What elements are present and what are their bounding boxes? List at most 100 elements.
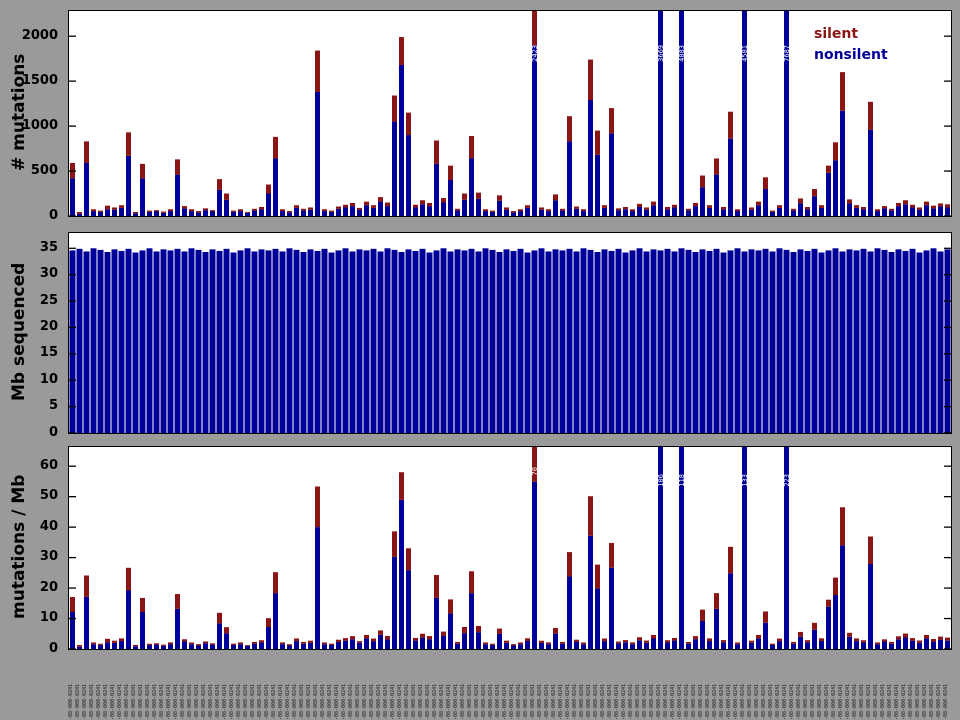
x-tick-sample-label: C-08-000-0241 bbox=[250, 653, 257, 720]
bar-mb-sequenced bbox=[252, 251, 258, 433]
x-tick-sample-label: C-08-000-0241 bbox=[467, 653, 474, 720]
bar-nonsilent bbox=[329, 212, 334, 216]
y-tick-label: 15 bbox=[0, 345, 58, 360]
y-tick-label: 20 bbox=[0, 319, 58, 334]
bar-silent bbox=[329, 211, 334, 212]
x-tick-sample-label: C-08-000-0241 bbox=[670, 653, 677, 720]
bar-nonsilent bbox=[126, 156, 131, 216]
x-tick-sample-label: C-08-000-0241 bbox=[593, 653, 600, 720]
bar-silent bbox=[840, 507, 845, 545]
bar-silent bbox=[112, 641, 117, 643]
bar-mb-sequenced bbox=[805, 251, 811, 433]
bar-nonsilent bbox=[189, 644, 194, 649]
bar-silent bbox=[945, 638, 950, 641]
bar-silent bbox=[378, 630, 383, 634]
bar-mb-sequenced bbox=[77, 249, 83, 433]
bar-nonsilent bbox=[616, 643, 621, 649]
bar-mb-sequenced bbox=[700, 249, 706, 433]
x-tick-sample-label: C-08-000-0241 bbox=[502, 653, 509, 720]
y-tick-label: 1000 bbox=[0, 118, 58, 133]
bar-silent bbox=[756, 202, 761, 206]
bar-nonsilent bbox=[441, 203, 446, 216]
x-tick-sample-label: C-08-000-0241 bbox=[558, 653, 565, 720]
bar-silent bbox=[280, 209, 285, 211]
bar-mb-sequenced bbox=[917, 253, 923, 433]
bar-nonsilent bbox=[714, 609, 719, 649]
y-tick-label: 10 bbox=[0, 372, 58, 387]
x-tick-sample-label: C-08-000-0241 bbox=[82, 653, 89, 720]
bar-mb-sequenced bbox=[238, 250, 244, 433]
x-tick-sample-label: C-08-000-0241 bbox=[264, 653, 271, 720]
bar-silent bbox=[826, 166, 831, 173]
bar-nonsilent bbox=[77, 214, 82, 216]
bar-nonsilent bbox=[777, 208, 782, 216]
cutoff-bar-value-label: 3669 bbox=[657, 45, 665, 62]
bar-silent bbox=[672, 205, 677, 208]
bar-nonsilent bbox=[231, 645, 236, 649]
bar-nonsilent bbox=[448, 180, 453, 216]
x-tick-sample-label: C-08-000-0241 bbox=[663, 653, 670, 720]
x-tick-sample-label: C-08-000-0241 bbox=[327, 653, 334, 720]
bar-mb-sequenced bbox=[322, 249, 328, 433]
bar-nonsilent bbox=[518, 211, 523, 216]
bar-silent bbox=[728, 112, 733, 139]
bar-nonsilent bbox=[336, 642, 341, 649]
bar-nonsilent bbox=[189, 211, 194, 216]
x-tick-sample-label: C-08-000-0241 bbox=[110, 653, 117, 720]
bar-mb-sequenced bbox=[924, 250, 930, 433]
bar-mb-sequenced bbox=[630, 250, 636, 433]
bar-nonsilent bbox=[833, 595, 838, 649]
x-tick-sample-label: C-08-000-0241 bbox=[96, 653, 103, 720]
bar-silent bbox=[595, 565, 600, 589]
y-tick-label: 60 bbox=[0, 458, 58, 473]
bar-mb-sequenced bbox=[126, 249, 132, 433]
bar-silent bbox=[189, 642, 194, 644]
x-tick-sample-label: C-08-000-0241 bbox=[698, 653, 705, 720]
bar-mb-sequenced bbox=[378, 251, 384, 433]
bar-nonsilent bbox=[560, 644, 565, 649]
bar-nonsilent bbox=[896, 206, 901, 216]
bar-mb-sequenced bbox=[616, 249, 622, 433]
bar-silent bbox=[763, 611, 768, 622]
bar-mb-sequenced bbox=[840, 251, 846, 433]
bar-silent bbox=[518, 209, 523, 211]
bar-silent bbox=[924, 635, 929, 639]
x-tick-sample-label: C-08-000-0241 bbox=[285, 653, 292, 720]
bar-nonsilent bbox=[476, 199, 481, 216]
bar-silent bbox=[133, 212, 138, 213]
y-tick-label: 0 bbox=[0, 641, 58, 656]
bar-silent bbox=[259, 207, 264, 209]
bar-mb-sequenced bbox=[770, 251, 776, 433]
bar-mb-sequenced bbox=[140, 250, 146, 433]
x-tick-sample-label: C-08-000-0241 bbox=[243, 653, 250, 720]
bar-nonsilent bbox=[546, 211, 551, 216]
bar-silent bbox=[266, 618, 271, 627]
bar-nonsilent bbox=[595, 155, 600, 216]
bar-silent bbox=[931, 206, 936, 209]
bar-mb-sequenced bbox=[812, 249, 818, 433]
bar-silent bbox=[245, 645, 250, 646]
bar-nonsilent bbox=[252, 211, 257, 216]
x-tick-sample-label: C-08-000-0241 bbox=[425, 653, 432, 720]
bar-silent bbox=[861, 207, 866, 209]
bar-nonsilent bbox=[119, 641, 124, 649]
x-tick-sample-label: C-08-000-0241 bbox=[789, 653, 796, 720]
bar-silent bbox=[434, 140, 439, 163]
bar-silent bbox=[175, 159, 180, 174]
bar-mb-sequenced bbox=[336, 250, 342, 433]
bar-nonsilent bbox=[581, 211, 586, 216]
bar-silent bbox=[595, 131, 600, 155]
x-tick-sample-label: C-08-000-0241 bbox=[236, 653, 243, 720]
x-tick-sample-label: C-08-000-0241 bbox=[404, 653, 411, 720]
bar-mb-sequenced bbox=[896, 249, 902, 433]
bar-silent bbox=[357, 208, 362, 210]
bar-nonsilent bbox=[644, 643, 649, 649]
x-tick-sample-label: C-08-000-0241 bbox=[705, 653, 712, 720]
bar-nonsilent bbox=[217, 190, 222, 216]
bar-mb-sequenced bbox=[833, 248, 839, 433]
bar-nonsilent bbox=[343, 207, 348, 216]
x-tick-sample-label: C-08-000-0241 bbox=[922, 653, 929, 720]
bar-silent bbox=[812, 623, 817, 630]
bar-mb-sequenced bbox=[259, 249, 265, 433]
bar-mb-sequenced bbox=[574, 251, 580, 433]
